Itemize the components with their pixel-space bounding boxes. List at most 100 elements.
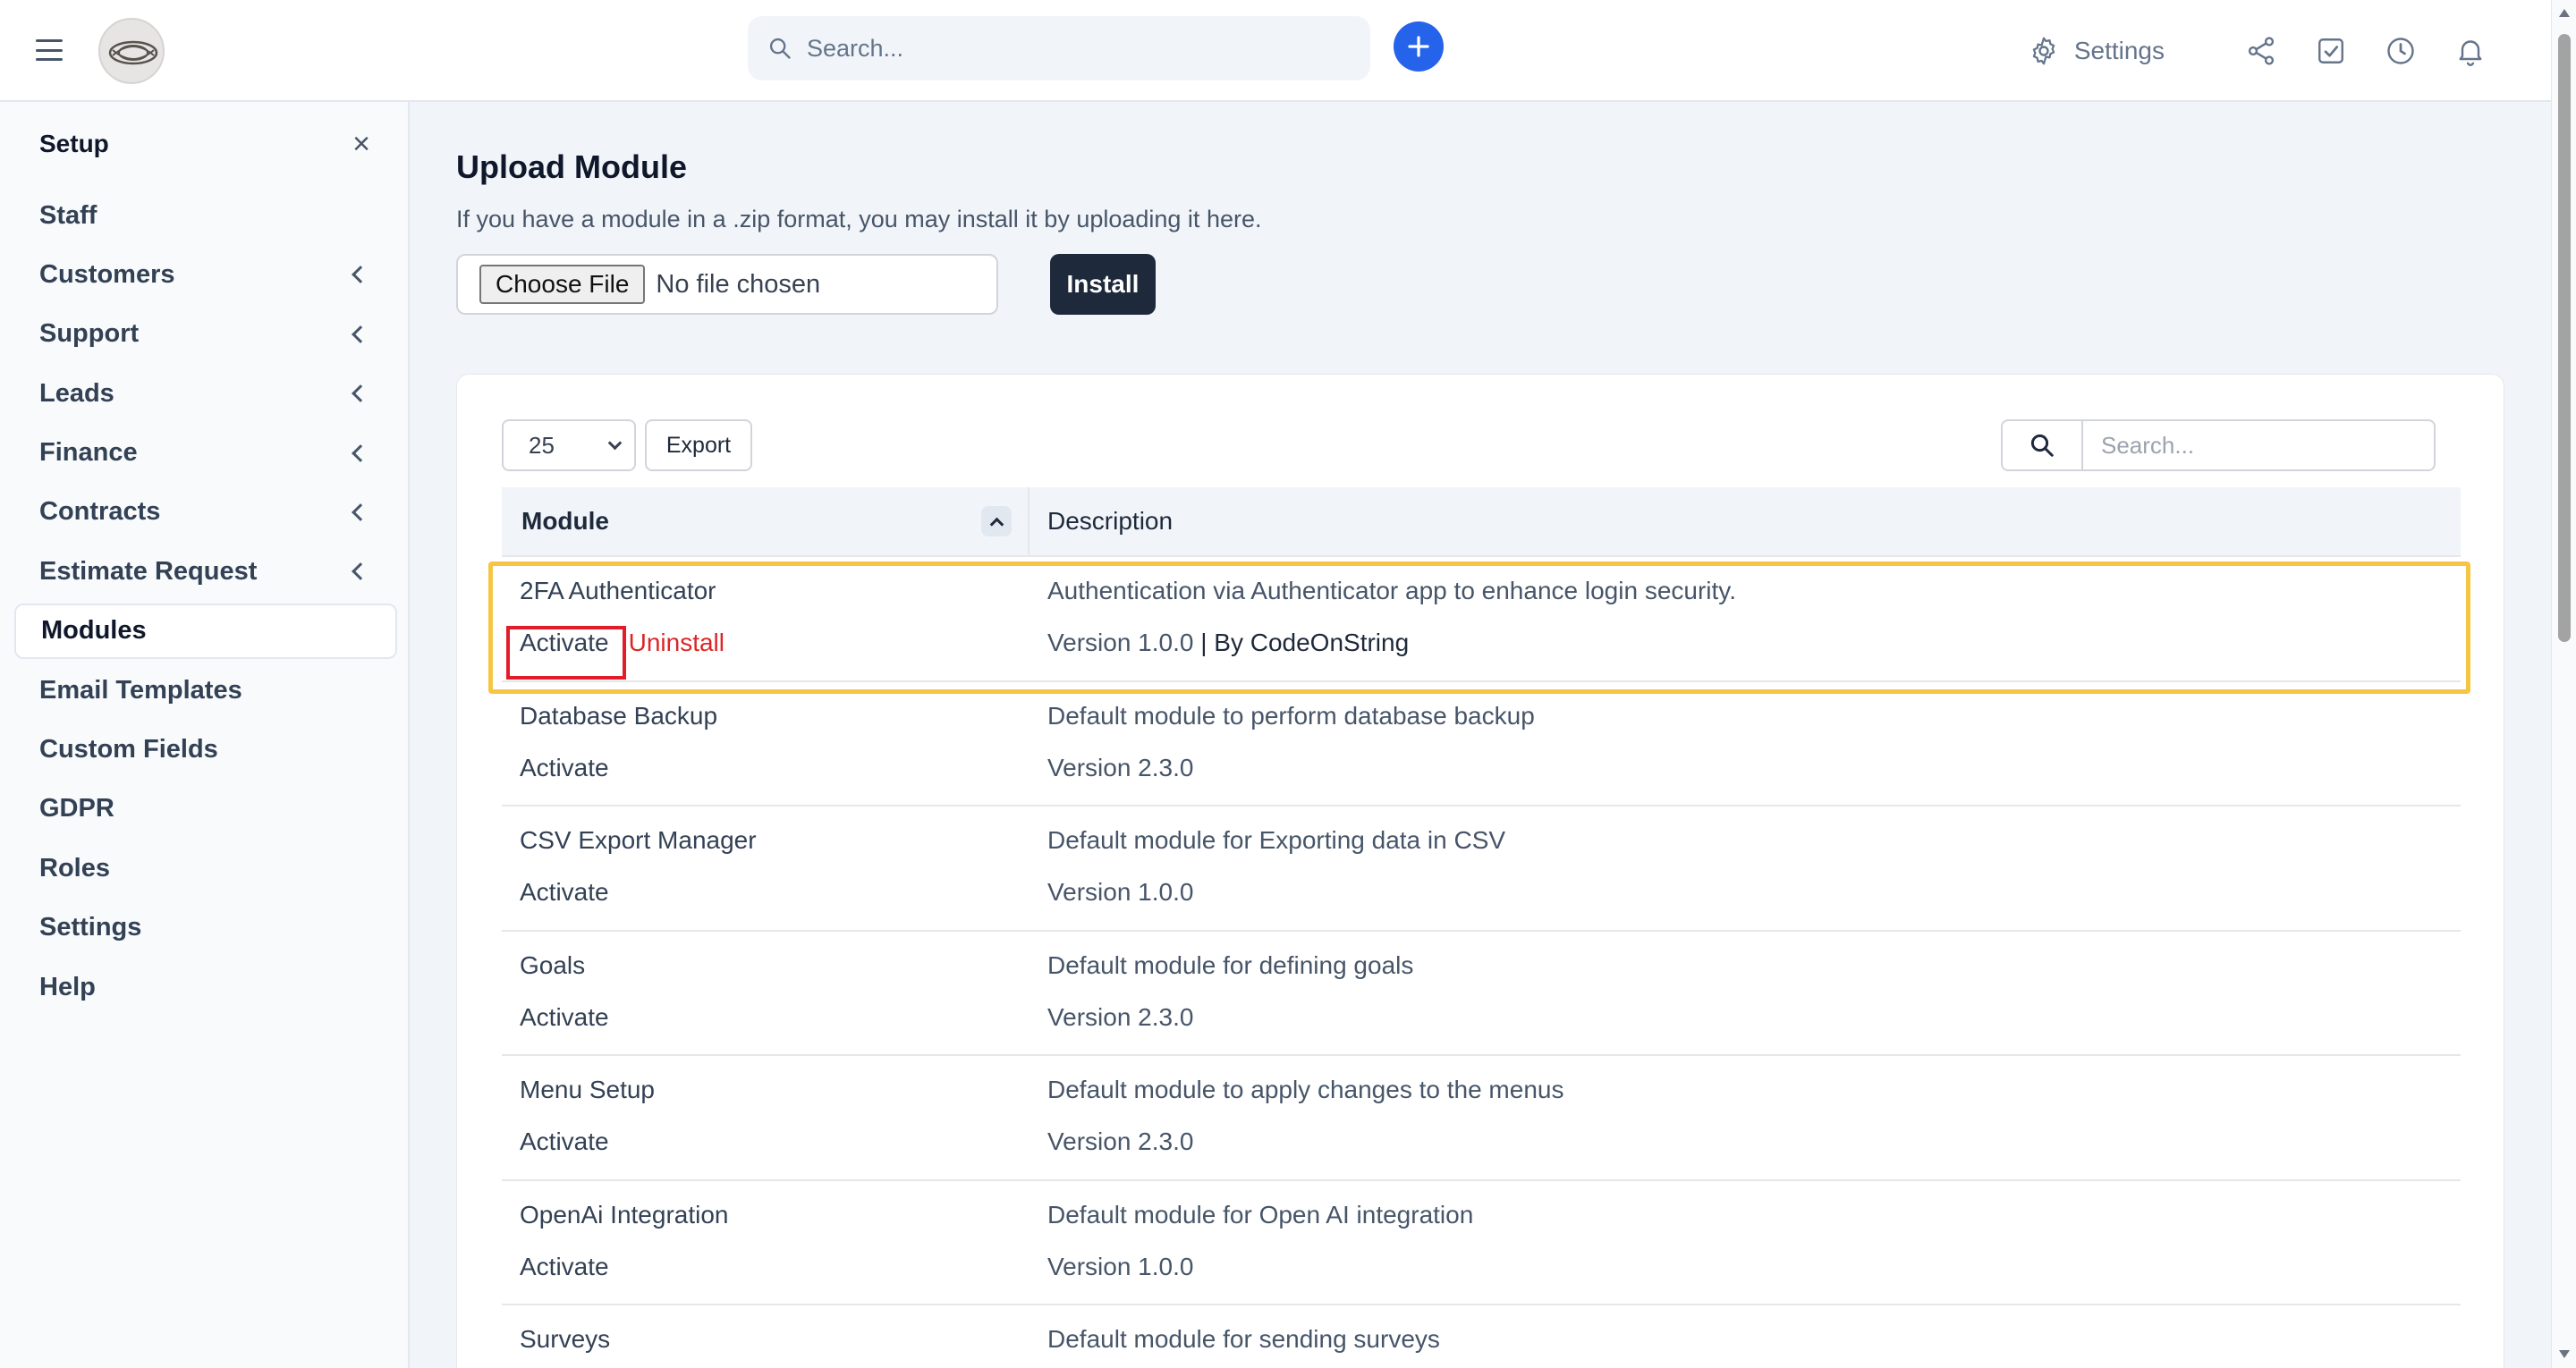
sidebar-title: Setup: [39, 130, 109, 157]
module-name: Surveys: [520, 1325, 611, 1353]
company-logo[interactable]: [98, 18, 165, 84]
table-search-button[interactable]: [2003, 421, 2083, 469]
per-page-value: 25: [529, 431, 555, 459]
sidebar-item-help[interactable]: Help: [14, 959, 397, 1015]
module-name: Menu Setup: [520, 1076, 655, 1103]
module-description: Authentication via Authenticator app to …: [1047, 577, 1736, 604]
sidebar-item-label: Help: [39, 972, 96, 1001]
file-status: No file chosen: [656, 269, 821, 299]
description-cell: Default module for sending surveys: [1030, 1305, 1440, 1368]
menu-icon[interactable]: [36, 39, 63, 61]
tasks-button[interactable]: [2313, 33, 2349, 69]
table-row: OpenAi Integration Activate Default modu…: [502, 1181, 2461, 1305]
module-name: CSV Export Manager: [520, 826, 757, 854]
chevron-left-icon: [352, 325, 369, 343]
description-cell: Default module for defining goals Versio…: [1030, 932, 1413, 1055]
activate-link[interactable]: Activate: [520, 1127, 609, 1156]
module-cell: Surveys: [502, 1305, 1030, 1368]
notifications-button[interactable]: [2453, 33, 2488, 69]
sidebar-item-label: Finance: [39, 438, 138, 468]
uninstall-link[interactable]: Uninstall: [629, 629, 724, 657]
module-version: Version 2.3.0: [1047, 1002, 1194, 1031]
module-version: Version 1.0.0: [1047, 878, 1194, 906]
sort-ascending-icon[interactable]: [981, 506, 1012, 536]
page-scrollbar[interactable]: [2551, 0, 2576, 1368]
sidebar-item-modules[interactable]: Modules: [14, 603, 397, 659]
export-button[interactable]: Export: [645, 419, 752, 471]
module-cell: Database Backup Activate: [502, 682, 1030, 806]
module-version: Version 2.3.0: [1047, 1127, 1194, 1155]
bell-icon: [2459, 40, 2482, 66]
table-row: CSV Export Manager Activate Default modu…: [502, 806, 2461, 932]
install-button[interactable]: Install: [1050, 254, 1156, 315]
share-button[interactable]: [2243, 33, 2279, 69]
module-description: Default module for defining goals: [1047, 950, 1414, 979]
scrollbar-thumb[interactable]: [2558, 34, 2571, 642]
global-search-input[interactable]: [807, 34, 1308, 63]
activate-link[interactable]: Activate: [520, 629, 609, 657]
sidebar-item-roles[interactable]: Roles: [14, 840, 397, 896]
settings-label: Settings: [2073, 37, 2165, 64]
module-actions: Activate Uninstall: [520, 629, 1030, 657]
description-cell: Authentication via Authenticator app to …: [1030, 557, 1736, 680]
scroll-up-icon[interactable]: [2559, 9, 2570, 17]
sidebar-item-label: Settings: [39, 913, 142, 942]
sidebar-item-leads[interactable]: Leads: [14, 366, 397, 421]
sidebar-item-label: Staff: [39, 200, 97, 230]
file-input[interactable]: Choose File No file chosen: [456, 254, 998, 315]
table-header: Module Description: [502, 487, 2461, 557]
timesheet-button[interactable]: [2383, 33, 2419, 69]
sidebar-item-label: Modules: [41, 616, 147, 646]
top-bar: Settings: [0, 0, 2551, 102]
table-row: 2FA Authenticator Activate Uninstall Aut…: [502, 557, 2461, 682]
sidebar-item-estimate-request[interactable]: Estimate Request: [14, 544, 397, 599]
chevron-left-icon: [352, 384, 369, 403]
column-label: Description: [1047, 507, 1174, 535]
table-search: [2001, 419, 2436, 471]
module-name: 2FA Authenticator: [520, 577, 716, 604]
choose-file-button[interactable]: Choose File: [479, 265, 646, 304]
table-search-input[interactable]: [2083, 431, 2423, 460]
sidebar-item-finance[interactable]: Finance: [14, 426, 397, 481]
activate-link[interactable]: Activate: [520, 878, 609, 907]
module-cell: CSV Export Manager Activate: [502, 806, 1030, 930]
sidebar-item-customers[interactable]: Customers: [14, 247, 397, 302]
activate-link[interactable]: Activate: [520, 754, 609, 782]
sidebar-item-gdpr[interactable]: GDPR: [14, 781, 397, 837]
activate-link[interactable]: Activate: [520, 1003, 609, 1032]
module-actions: Activate: [520, 1253, 1030, 1281]
logo-knot-icon: [108, 40, 158, 65]
activate-link[interactable]: Activate: [520, 1253, 609, 1281]
settings-link[interactable]: Settings: [2028, 35, 2165, 67]
column-header-description[interactable]: Description: [1030, 507, 1173, 536]
module-description: Default module for Open AI integration: [1047, 1200, 1474, 1229]
module-actions: Activate: [520, 754, 1030, 782]
description-cell: Default module to apply changes to the m…: [1030, 1056, 1563, 1179]
chevron-left-icon: [352, 562, 369, 581]
scroll-down-icon[interactable]: [2559, 1350, 2570, 1358]
quick-add-button[interactable]: [1394, 21, 1444, 72]
clock-icon: [2387, 38, 2414, 64]
module-actions: Activate: [520, 1127, 1030, 1156]
sidebar-item-email-templates[interactable]: Email Templates: [14, 663, 397, 718]
module-version: Version 1.0.0: [1047, 1252, 1194, 1280]
description-cell: Default module for Exporting data in CSV…: [1030, 806, 1505, 930]
table-row: Database Backup Activate Default module …: [502, 682, 2461, 806]
sidebar-item-contracts[interactable]: Contracts: [14, 485, 397, 540]
sidebar-item-settings[interactable]: Settings: [14, 900, 397, 956]
module-author-link[interactable]: | By CodeOnString: [1193, 629, 1409, 656]
table-row: Surveys Default module for sending surve…: [502, 1305, 2461, 1368]
sidebar-item-label: Estimate Request: [39, 556, 258, 586]
per-page-select[interactable]: 25: [502, 419, 636, 471]
sidebar-item-label: Custom Fields: [39, 735, 218, 764]
module-cell: Menu Setup Activate: [502, 1056, 1030, 1179]
sidebar-item-label: Contracts: [39, 497, 161, 527]
column-header-module[interactable]: Module: [502, 487, 1030, 555]
global-search[interactable]: [748, 16, 1370, 80]
sidebar-item-support[interactable]: Support: [14, 307, 397, 362]
sidebar-item-staff[interactable]: Staff: [14, 188, 397, 243]
page-title: Upload Module: [456, 148, 687, 185]
sidebar-item-custom-fields[interactable]: Custom Fields: [14, 722, 397, 778]
close-icon[interactable]: ×: [352, 129, 370, 159]
module-version: Version 2.3.0: [1047, 753, 1194, 781]
